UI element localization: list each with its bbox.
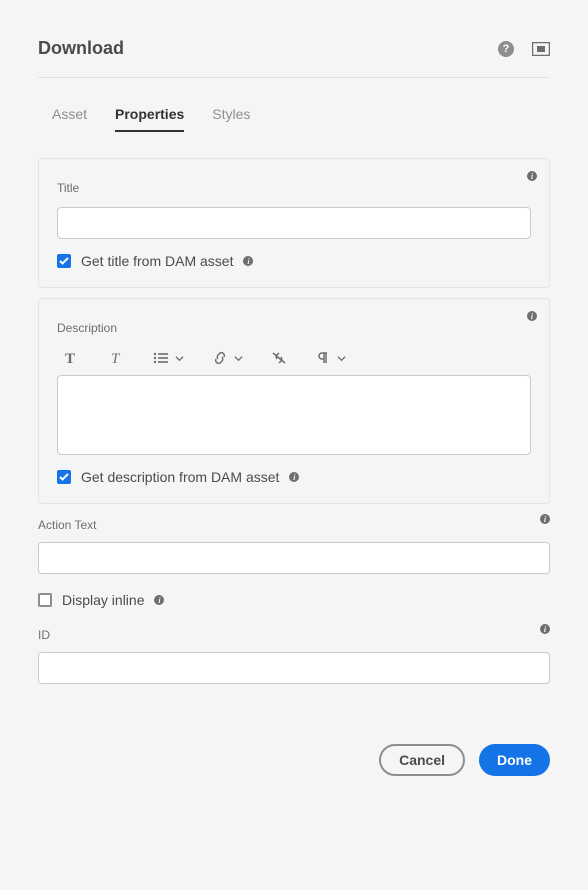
action-text-input[interactable] xyxy=(38,542,550,574)
svg-text:T: T xyxy=(111,351,121,365)
paragraph-icon[interactable] xyxy=(315,351,346,365)
bold-icon[interactable]: T xyxy=(65,351,81,365)
id-label: ID xyxy=(38,628,550,642)
italic-icon[interactable]: T xyxy=(109,351,125,365)
tab-properties[interactable]: Properties xyxy=(115,98,184,132)
fullscreen-icon[interactable] xyxy=(532,42,550,56)
description-panel: Description T T xyxy=(38,298,550,504)
list-icon[interactable] xyxy=(153,351,184,365)
cancel-button[interactable]: Cancel xyxy=(379,744,465,776)
info-icon[interactable] xyxy=(540,624,550,634)
id-input[interactable] xyxy=(38,652,550,684)
description-dam-checkbox[interactable] xyxy=(57,470,71,484)
description-input[interactable] xyxy=(57,375,531,455)
title-dam-checkbox-label: Get title from DAM asset xyxy=(81,253,233,269)
info-icon[interactable] xyxy=(540,514,550,524)
info-icon[interactable] xyxy=(527,171,537,181)
link-icon[interactable] xyxy=(212,351,243,365)
rte-toolbar: T T xyxy=(57,347,531,375)
title-dam-checkbox[interactable] xyxy=(57,254,71,268)
action-text-label: Action Text xyxy=(38,518,550,532)
info-icon[interactable] xyxy=(243,256,253,266)
svg-text:T: T xyxy=(65,351,75,365)
display-inline-label: Display inline xyxy=(62,592,144,608)
unlink-icon[interactable] xyxy=(271,351,287,365)
display-inline-checkbox[interactable] xyxy=(38,593,52,607)
info-icon[interactable] xyxy=(527,311,537,321)
done-button[interactable]: Done xyxy=(479,744,550,776)
description-dam-checkbox-label: Get description from DAM asset xyxy=(81,469,279,485)
tab-asset[interactable]: Asset xyxy=(52,98,87,132)
info-icon[interactable] xyxy=(154,595,164,605)
page-title: Download xyxy=(38,38,124,59)
title-panel: Title Get title from DAM asset xyxy=(38,158,550,288)
tab-styles[interactable]: Styles xyxy=(212,98,250,132)
description-label: Description xyxy=(57,321,531,335)
title-input[interactable] xyxy=(57,207,531,239)
title-label: Title xyxy=(57,181,531,195)
info-icon[interactable] xyxy=(289,472,299,482)
help-icon[interactable]: ? xyxy=(498,41,514,57)
